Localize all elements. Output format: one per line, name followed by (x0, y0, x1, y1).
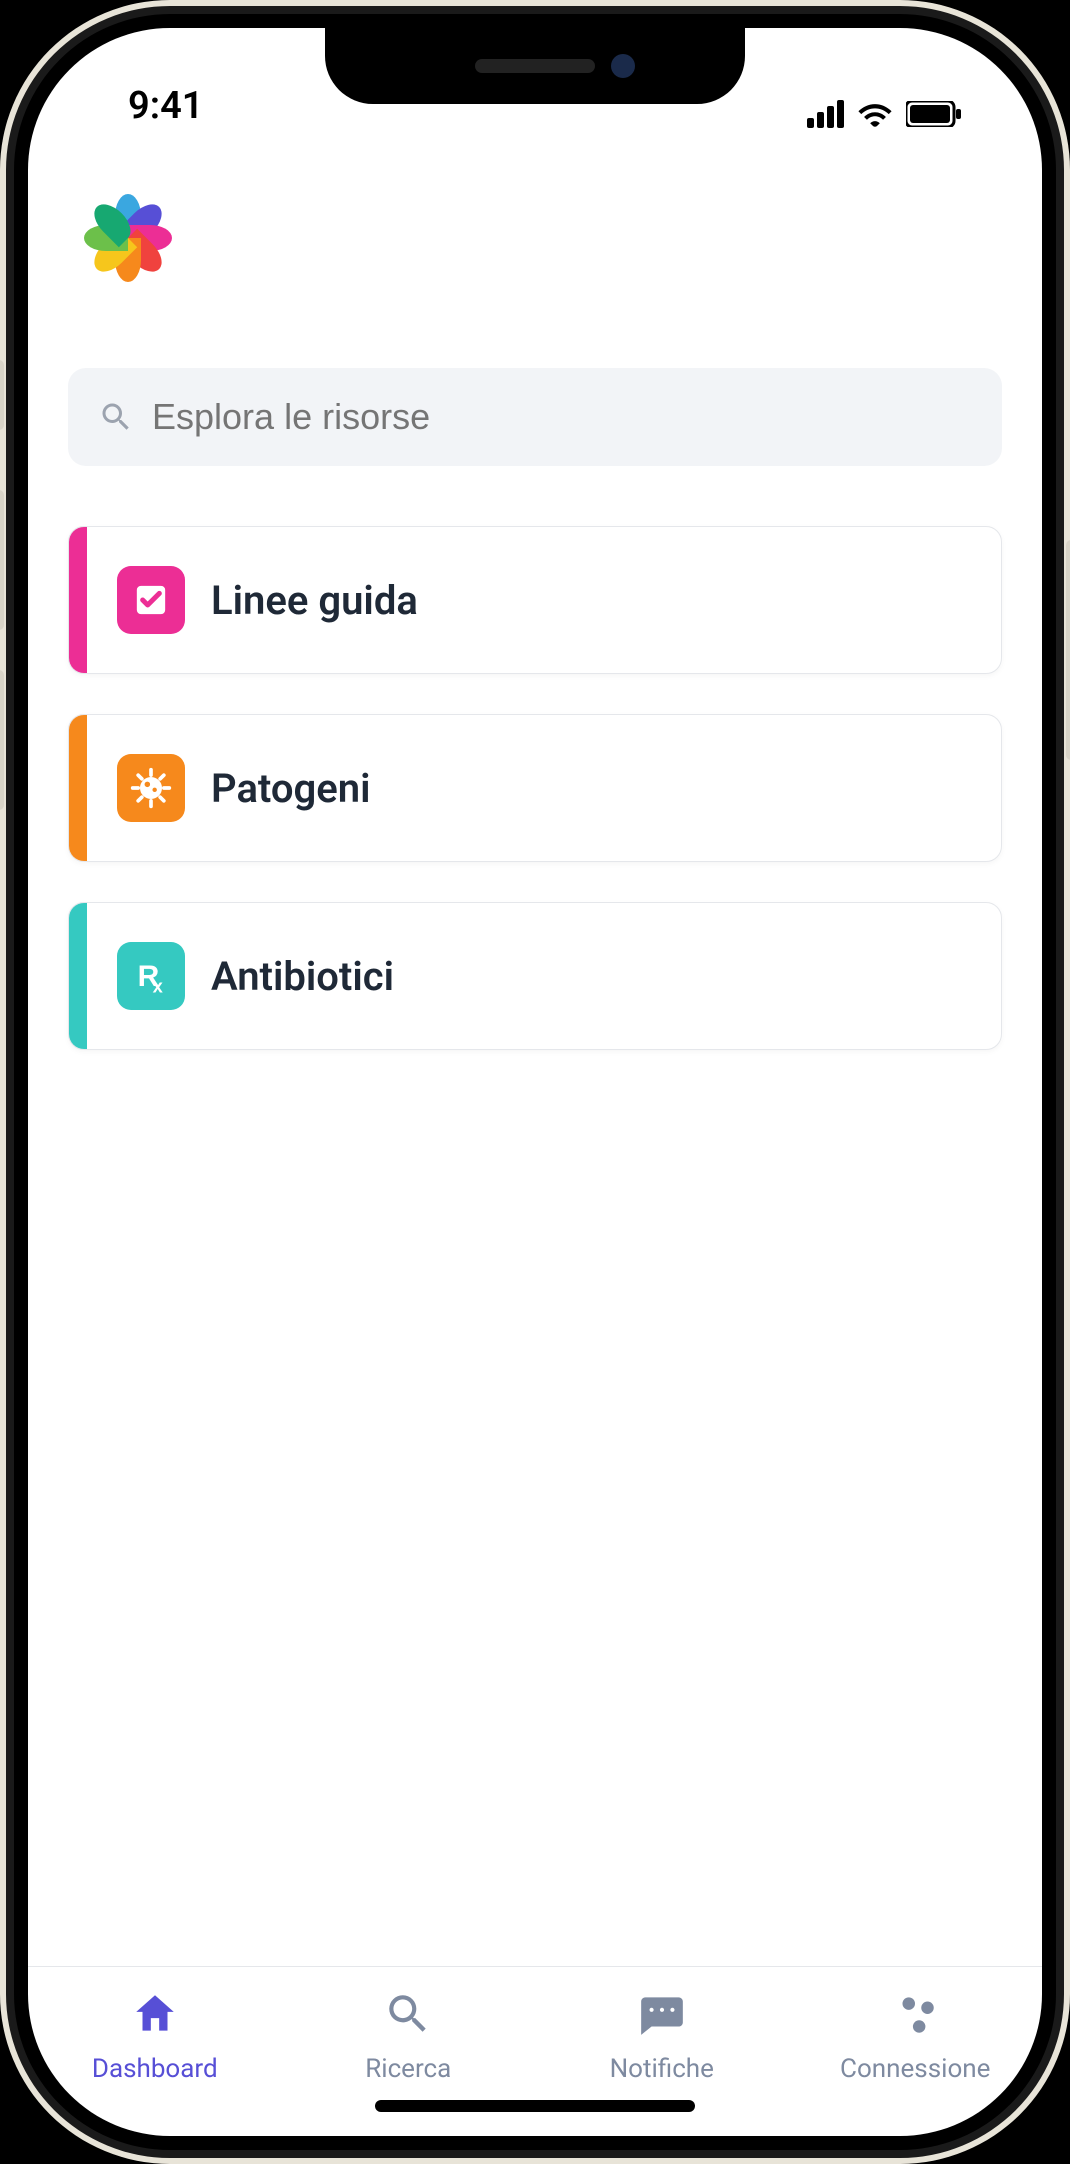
card-title: Patogeni (211, 765, 371, 812)
tab-home[interactable]: Dashboard (28, 1967, 282, 2106)
tab-label: Dashboard (92, 2054, 218, 2084)
silence-switch (0, 360, 4, 430)
tab-label: Notifiche (610, 2054, 714, 2084)
search-icon (383, 1989, 433, 2046)
svg-text:x: x (153, 976, 164, 996)
category-card-virus[interactable]: Patogeni (68, 714, 1002, 862)
tab-network[interactable]: Connessione (789, 1967, 1043, 2106)
search-input[interactable] (68, 368, 1002, 466)
phone-frame: 9:41 Linee g (0, 0, 1070, 2164)
category-card-check[interactable]: Linee guida (68, 526, 1002, 674)
category-card-rx[interactable]: Rx Antibiotici (68, 902, 1002, 1050)
card-title: Antibiotici (211, 953, 394, 1000)
status-time: 9:41 (88, 84, 203, 128)
card-accent (69, 903, 87, 1049)
tab-label: Ricerca (365, 2054, 451, 2084)
volume-up-button (0, 490, 4, 630)
volume-down-button (0, 670, 4, 810)
check-icon (117, 566, 185, 634)
home-icon (130, 1989, 180, 2046)
tab-message[interactable]: Notifiche (535, 1967, 789, 2106)
battery-icon (906, 101, 962, 127)
home-indicator (375, 2100, 695, 2112)
cellular-signal-icon (807, 100, 844, 128)
card-accent (69, 715, 87, 861)
tab-label: Connessione (840, 2054, 990, 2084)
message-icon (637, 1989, 687, 2046)
power-button (1066, 540, 1070, 760)
card-accent (69, 527, 87, 673)
card-title: Linee guida (211, 577, 418, 624)
search-icon (98, 399, 134, 435)
wifi-icon (858, 101, 892, 127)
app-logo (78, 188, 178, 288)
network-icon (890, 1989, 940, 2046)
tab-search[interactable]: Ricerca (282, 1967, 536, 2106)
search-field[interactable] (152, 396, 972, 438)
device-notch (325, 28, 745, 104)
rx-icon: Rx (117, 942, 185, 1010)
virus-icon (117, 754, 185, 822)
